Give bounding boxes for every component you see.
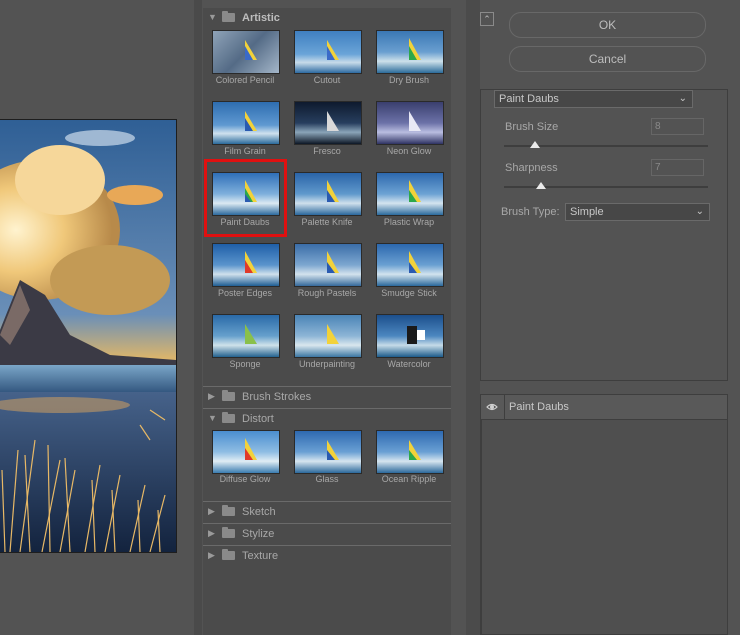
filter-thumbnail [212, 101, 280, 145]
filter-thumbnail [294, 172, 362, 216]
category-label: Sketch [242, 506, 276, 518]
folder-icon [222, 549, 235, 560]
filter-label: Neon Glow [386, 146, 432, 156]
filter-thumbnail [294, 30, 362, 74]
brush-type-value: Simple [570, 206, 604, 218]
category-texture[interactable]: ▶ Texture [203, 545, 451, 566]
collapse-gallery-icon[interactable]: ⌃ [480, 12, 494, 26]
filter-label: Smudge Stick [381, 288, 437, 298]
filter-label: Ocean Ripple [381, 474, 437, 484]
eye-icon[interactable] [486, 401, 498, 413]
effect-layer-name: Paint Daubs [509, 401, 569, 413]
brush-size-label: Brush Size [505, 121, 559, 133]
brush-size-slider-thumb[interactable] [529, 141, 540, 148]
category-stylize[interactable]: ▶ Stylize [203, 523, 451, 544]
sharpness-input[interactable]: 7 [651, 159, 704, 176]
brush-type-label: Brush Type: [501, 206, 560, 218]
filter-label: Fresco [313, 146, 341, 156]
filter-label: Cutout [313, 75, 341, 85]
layer-row-separator [504, 395, 505, 419]
folder-icon [222, 11, 235, 22]
triangle-down-icon: ▼ [208, 12, 217, 22]
filter-thumbnail [376, 243, 444, 287]
folder-icon [222, 505, 235, 516]
preview-divider [194, 0, 202, 635]
filter-thumbnail [294, 101, 362, 145]
filter-thumbnail [212, 314, 280, 358]
layers-panel-edge [481, 420, 482, 635]
category-label: Stylize [242, 528, 275, 540]
triangle-down-icon: ▼ [208, 413, 217, 423]
chevron-down-icon: ⌄ [695, 206, 704, 217]
category-label: Texture [242, 550, 279, 562]
filter-label: Rough Pastels [297, 288, 357, 298]
category-distort[interactable]: ▼ Distort [203, 408, 451, 429]
filter-label: Colored Pencil [215, 75, 275, 85]
filter-label: Film Grain [224, 146, 266, 156]
triangle-right-icon: ▶ [208, 528, 215, 538]
ok-button[interactable]: OK [509, 12, 706, 38]
filter-select-value: Paint Daubs [499, 93, 559, 105]
sharpness-label: Sharpness [505, 162, 558, 174]
filter-thumbnail [376, 430, 444, 474]
folder-icon [222, 390, 235, 401]
filter-label: Watercolor [387, 359, 431, 369]
category-label: Distort [242, 413, 274, 425]
filter-thumbnail [294, 314, 362, 358]
brush-size-input[interactable]: 8 [651, 118, 704, 135]
filter-label: Palette Knife [301, 217, 353, 227]
category-sketch[interactable]: ▶ Sketch [203, 501, 451, 522]
category-label: Artistic [242, 12, 280, 24]
brush-type-select[interactable]: Simple ⌄ [565, 203, 710, 221]
filter-thumbnail [212, 243, 280, 287]
cancel-button[interactable]: Cancel [509, 46, 706, 72]
filter-label: Underpainting [298, 359, 356, 369]
triangle-right-icon: ▶ [208, 506, 215, 516]
folder-icon [222, 412, 235, 423]
sharpness-slider-thumb[interactable] [535, 182, 546, 189]
filter-thumbnail [294, 430, 362, 474]
panel-divider [466, 0, 480, 635]
filter-select[interactable]: Paint Daubs ⌄ [494, 90, 693, 108]
filter-thumbnail [212, 30, 280, 74]
effect-layers-panel [480, 394, 728, 635]
filter-thumbnail [376, 101, 444, 145]
filter-thumbnail [376, 172, 444, 216]
filter-thumbnail [212, 430, 280, 474]
folder-icon [222, 527, 235, 538]
selected-filter-highlight [204, 159, 287, 237]
category-artistic[interactable]: ▼ Artistic [203, 8, 451, 28]
filter-label: Plastic Wrap [383, 217, 435, 227]
chevron-down-icon: ⌄ [678, 93, 687, 104]
preview-image[interactable] [0, 119, 177, 553]
triangle-right-icon: ▶ [208, 550, 215, 560]
filter-label: Dry Brush [388, 75, 429, 85]
filter-label: Sponge [229, 359, 261, 369]
category-label: Brush Strokes [242, 391, 312, 403]
filter-label: Diffuse Glow [219, 474, 271, 484]
filter-label: Poster Edges [217, 288, 273, 298]
filter-gallery: ▼ Artistic Colored Pencil Cutout Dry Bru… [203, 8, 451, 635]
filter-label: Glass [315, 474, 339, 484]
filter-thumbnail [294, 243, 362, 287]
filter-thumbnail [376, 314, 444, 358]
category-brush-strokes[interactable]: ▶ Brush Strokes [203, 386, 451, 407]
filter-thumbnail [376, 30, 444, 74]
sharpness-slider-track[interactable] [504, 186, 708, 188]
triangle-right-icon: ▶ [208, 391, 215, 401]
